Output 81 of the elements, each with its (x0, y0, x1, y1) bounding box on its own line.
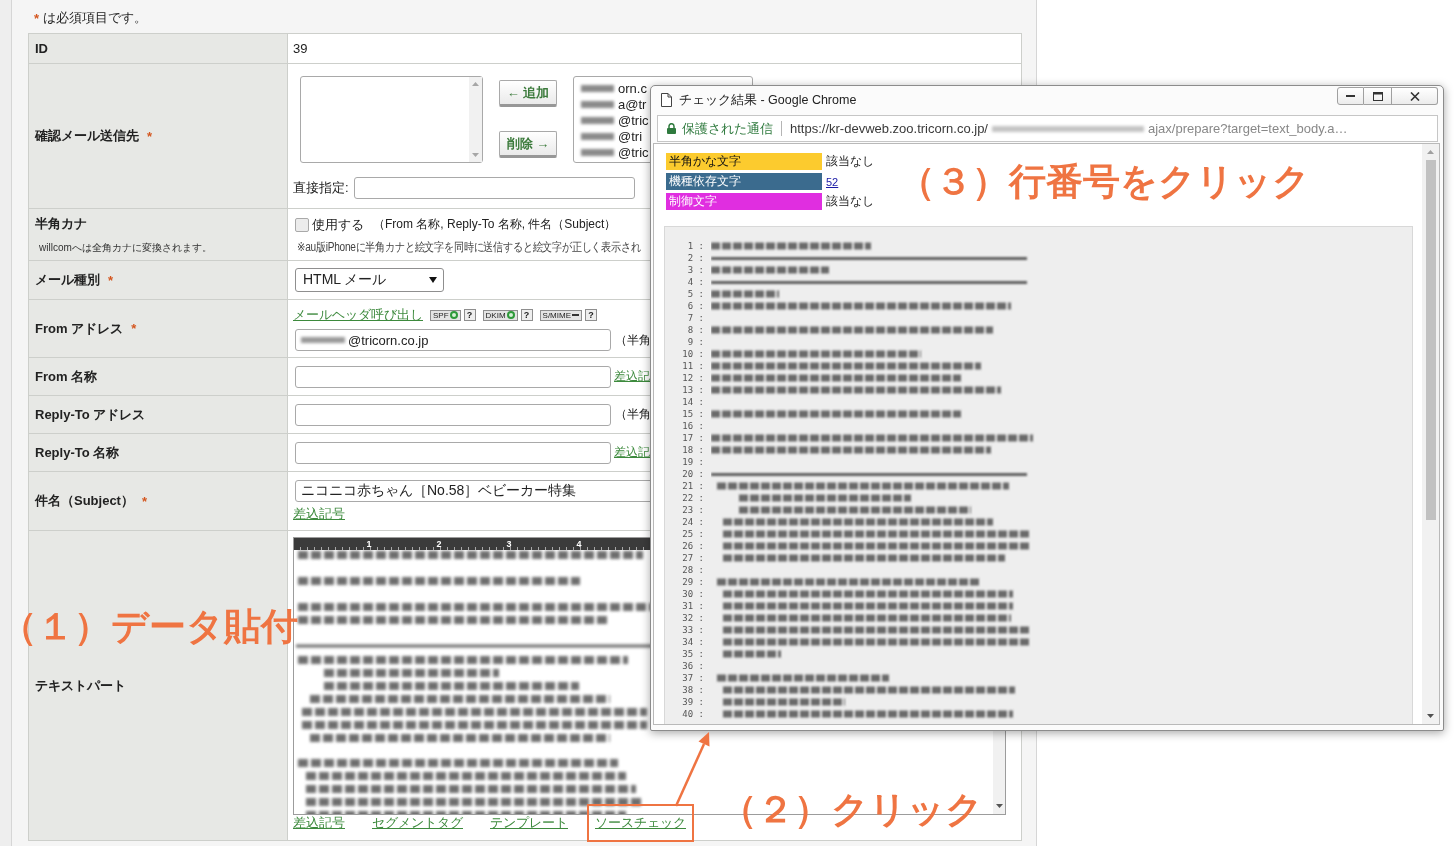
required-note: は必須項目です。 (43, 9, 148, 27)
line-number: 26 : (682, 540, 704, 552)
secure-connection-label: 保護された通信 (682, 119, 773, 138)
line-number: 40 : (682, 708, 704, 720)
line-number: 15 : (682, 408, 704, 420)
result-text: 該当なし (826, 193, 874, 210)
input-hint: （半角 (615, 406, 651, 423)
required-mark: * (131, 321, 137, 336)
line-number: 34 : (682, 636, 704, 648)
line-number: 16 : (682, 420, 704, 432)
required-mark: * (141, 493, 148, 509)
line-number: 11 : (682, 360, 704, 372)
line-number: 17 : (682, 432, 704, 444)
line-number: 19 : (682, 456, 704, 468)
line-number: 29 : (682, 576, 704, 588)
legend-label: 制御文字 (666, 193, 822, 210)
ruler-number: 4 (576, 538, 582, 550)
line-number: 18 : (682, 444, 704, 456)
field-note: willcomへは全角カナに変換されます。 (38, 240, 212, 255)
line-number: 2 : (687, 252, 704, 264)
line-number: 3 : (687, 264, 704, 276)
url-text: https://kr-devweb.zoo.tricorn.co.jp/ (790, 121, 988, 136)
annotation-label: （３）行番号をクリック (898, 160, 1310, 204)
line-number: 7 : (687, 312, 704, 324)
field-label: From アドレス (35, 319, 124, 338)
line-number: 30 : (682, 588, 704, 600)
line-number: 14 : (682, 396, 704, 408)
id-value: 39 (293, 41, 308, 56)
field-label: ID (35, 41, 48, 56)
tag-label: S/MIME (542, 310, 571, 320)
required-mark: * (147, 128, 153, 144)
line-number: 39 : (682, 696, 704, 708)
line-number: 33 : (682, 624, 704, 636)
line-number: 12 : (682, 372, 704, 384)
line-number: 4 : (687, 276, 704, 288)
result-text: 該当なし (826, 153, 874, 170)
ruler-number: 3 (506, 538, 512, 550)
required-mark: * (34, 10, 40, 26)
ruler-number: 1 (366, 538, 372, 550)
line-number: 22 : (682, 492, 704, 504)
field-label: 確認メール送信先 (35, 127, 139, 145)
line-number: 35 : (682, 648, 704, 660)
line-number: 32 : (682, 612, 704, 624)
tag-label: SPF (433, 310, 449, 320)
window-title: チェック結果 - Google Chrome (679, 91, 857, 109)
line-number: 38 : (682, 684, 704, 696)
field-label: 半角カナ (35, 214, 87, 233)
url-text: ajax/prepare?target=text_body.a… (1148, 121, 1348, 136)
tag-label: DKIM (485, 310, 506, 320)
line-number: 25 : (682, 528, 704, 540)
legend-label: 半角かな文字 (666, 153, 822, 170)
ruler-number: 2 (436, 538, 442, 550)
line-number: 6 : (687, 300, 704, 312)
line-number: 13 : (682, 384, 704, 396)
checkbox-label: 使用する (312, 215, 364, 234)
line-number: 9 : (687, 336, 704, 348)
line-number: 1 : (687, 240, 704, 252)
required-mark: * (108, 272, 114, 288)
field-label: Reply-To 名称 (35, 443, 120, 462)
line-number: 8 : (687, 324, 704, 336)
line-number: 21 : (682, 480, 704, 492)
line-number: 37 : (682, 672, 704, 684)
line-number: 28 : (682, 564, 704, 576)
field-label: 件名（Subject） (35, 492, 134, 510)
line-number: 24 : (682, 516, 704, 528)
field-label: メール種別 (35, 271, 100, 289)
warning-note: ※au版iPhoneに半角カナと絵文字を同時に送信すると絵文字が正しく表示され (297, 239, 641, 254)
line-number: 20 : (682, 468, 704, 480)
legend-label: 機種依存文字 (666, 173, 822, 190)
field-label: From 名称 (35, 367, 98, 386)
line-number: 31 : (682, 600, 704, 612)
direct-label: 直接指定: (293, 179, 349, 197)
line-number: 27 : (682, 552, 704, 564)
field-label: Reply-To アドレス (35, 405, 146, 424)
input-hint: （半角 (615, 331, 651, 349)
field-label: テキストパート (35, 676, 126, 695)
line-number: 36 : (682, 660, 704, 672)
line-number: 5 : (687, 288, 704, 300)
line-number: 23 : (682, 504, 704, 516)
line-number: 10 : (682, 348, 704, 360)
scope-note: （From 名称, Reply-To 名称, 件名（Subject） (373, 216, 617, 233)
